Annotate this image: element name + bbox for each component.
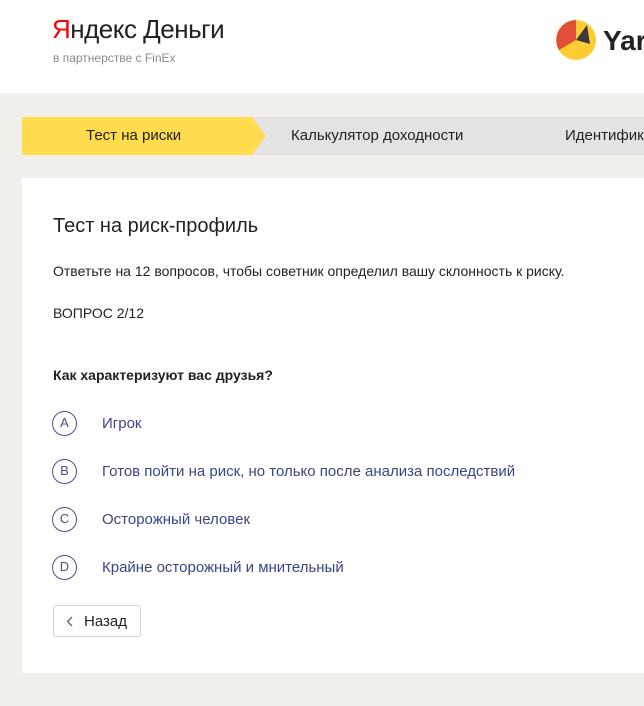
risk-test-card: Тест на риск-профиль Ответьте на 12 вопр…: [22, 178, 644, 673]
step-profitability-calculator[interactable]: Калькулятор доходности: [252, 117, 542, 155]
answer-option-b[interactable]: B Готов пойти на риск, но только после а…: [52, 459, 612, 485]
option-letter-badge: A: [52, 411, 77, 436]
back-button[interactable]: Назад: [53, 605, 141, 637]
brand-partner-text: в партнерстве с FinEx: [53, 51, 176, 65]
step-label: Калькулятор доходности: [291, 127, 464, 144]
step-identification[interactable]: Идентифик: [502, 117, 644, 155]
option-letter-badge: B: [52, 459, 77, 484]
page-title: Тест на риск-профиль: [53, 215, 259, 237]
step-label: Идентифик: [565, 127, 644, 144]
yandex-logo-text: Yar: [603, 25, 644, 56]
option-label: Осторожный человек: [102, 511, 251, 528]
step-label: Тест на риски: [86, 127, 182, 144]
brand-letter: Я: [52, 14, 71, 44]
answer-option-d[interactable]: D Крайне осторожный и мнительный: [52, 555, 612, 581]
step-risk-test[interactable]: Тест на риски: [22, 117, 266, 155]
yandex-money-logo[interactable]: Яндекс Деньги: [52, 14, 225, 44]
option-label: Крайне осторожный и мнительный: [102, 559, 344, 576]
option-label: Игрок: [102, 415, 142, 432]
answer-option-c[interactable]: C Осторожный человек: [52, 507, 612, 533]
page-subtitle: Ответьте на 12 вопросов, чтобы советник …: [53, 263, 565, 279]
chevron-left-icon: [66, 616, 73, 627]
back-button-label: Назад: [84, 613, 127, 630]
brand-name: ндекс Деньги: [70, 14, 225, 44]
answer-option-a[interactable]: A Игрок: [52, 411, 612, 437]
option-letter-badge: D: [52, 555, 77, 580]
yandex-money-wallet-icon[interactable]: [556, 20, 596, 60]
header: Яндекс Деньги в партнерстве с FinEx Yar: [0, 0, 644, 93]
option-letter-badge: C: [52, 507, 77, 532]
question-text: Как характеризуют вас друзья?: [53, 367, 273, 383]
question-counter: ВОПРОС 2/12: [53, 305, 144, 321]
option-label: Готов пойти на риск, но только после ана…: [102, 463, 516, 480]
progress-steps: Тест на риски Калькулятор доходности Иде…: [22, 117, 644, 155]
